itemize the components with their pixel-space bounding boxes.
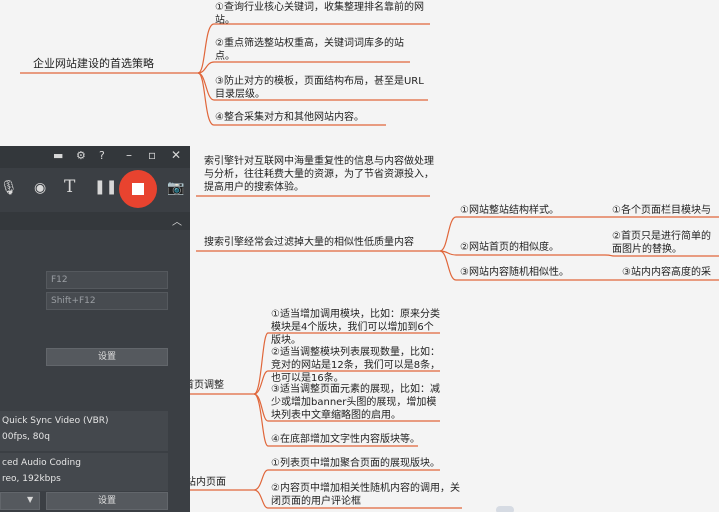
folder-icon[interactable]: ▬	[53, 149, 63, 162]
stop-icon	[132, 183, 144, 195]
codec-settings-button[interactable]: 设置	[46, 492, 168, 510]
inner-item-1[interactable]: ①列表页中增加聚合页面的展现版块。	[271, 457, 440, 470]
strategy-item-1[interactable]: ①查询行业核心关键词，收集整理排名靠前的网站。	[215, 1, 427, 27]
settings-gear-icon[interactable]: ⚙	[76, 149, 86, 162]
filter-item-3[interactable]: ③网站内容随机相似性。	[460, 266, 569, 279]
recorder-toolbar: 🎙 ◉ T ❚❚ 📷	[0, 168, 190, 210]
hotkey-field-pause[interactable]: Shift+F12	[46, 292, 168, 310]
pause-icon[interactable]: ❚❚	[94, 179, 117, 195]
homepage-item-3[interactable]: ③适当调整页面元素的展现，比如：减少或增加banner头图的展现，增加模块列表中…	[271, 383, 443, 422]
camera-icon[interactable]: 📷	[167, 180, 184, 196]
close-icon[interactable]: ✕	[171, 148, 181, 162]
filter-detail-1[interactable]: ①各个页面栏目模块与	[612, 204, 711, 217]
inner-item-2[interactable]: ②内容页中增加相关性随机内容的调用，关闭页面的用户评论框	[271, 482, 465, 508]
codec-dropdown[interactable]: ▼	[0, 492, 40, 510]
audio-codec-detail: reo, 192kbps	[2, 474, 61, 484]
chevron-down-icon: ▼	[27, 495, 34, 504]
filter-detail-3[interactable]: ③站内内容高度的采	[622, 266, 711, 279]
strategy-item-3[interactable]: ③防止对方的模板，页面结构布局，甚至是URL目录层级。	[215, 75, 427, 101]
restore-icon[interactable]: ▫	[148, 148, 156, 162]
recorder-section-header: ︿	[0, 212, 190, 230]
topic-inner-pages[interactable]: 站内页面	[186, 476, 226, 490]
strategy-item-2[interactable]: ②重点筛选整站权重高，关键词词库多的站点。	[215, 37, 411, 63]
hotkey-settings-button[interactable]: 设置	[46, 348, 168, 366]
filter-item-1[interactable]: ①网站整站结构样式。	[460, 204, 559, 217]
video-codec-detail: 00fps, 80q	[2, 432, 50, 442]
hotkey-field-record[interactable]: F12	[46, 271, 168, 289]
text-icon[interactable]: T	[64, 177, 75, 197]
screen-recorder-panel: ▬ ⚙ ? – ▫ ✕ 🎙 ◉ T ❚❚ 📷 ︿ F12 Shift+F12 设…	[0, 146, 190, 512]
topic-website-strategy[interactable]: 企业网站建设的首选策略	[33, 57, 154, 71]
help-icon[interactable]: ?	[99, 149, 105, 162]
cursor-effect-icon[interactable]: ◉	[34, 180, 46, 196]
homepage-item-4[interactable]: ④在底部增加文字性内容版块等。	[271, 433, 420, 446]
record-stop-button[interactable]	[119, 170, 157, 208]
video-codec-label: Quick Sync Video (VBR)	[2, 416, 109, 426]
homepage-item-1[interactable]: ①适当增加调用模块，比如：原来分类模块是4个版块，我们可以增加到6个版块。	[271, 308, 443, 347]
topic-filter-low-quality[interactable]: 搜索引擎经常会过滤掉大量的相似性低质量内容	[204, 236, 414, 250]
audio-codec-label: ced Audio Coding	[2, 458, 81, 468]
filter-detail-2[interactable]: ②首页只是进行简单的面图片的替换。	[612, 230, 719, 256]
note-search-engine[interactable]: 索引擎针对互联网中海量重复性的信息与内容做处理与分析，往往耗费大量的资源，为了节…	[204, 155, 434, 194]
collapse-icon[interactable]: ︿	[172, 213, 182, 228]
minimize-icon[interactable]: –	[126, 148, 132, 162]
microphone-icon[interactable]: 🎙	[0, 180, 18, 196]
audio-codec-panel[interactable]: ced Audio Coding reo, 192kbps	[0, 453, 168, 491]
recorder-title-bar: ▬ ⚙ ? – ▫ ✕	[0, 146, 190, 168]
homepage-item-2[interactable]: ②适当调整模块列表展现数量，比如：竞对的网站是12条，我们可以是8条，也可以是1…	[271, 346, 443, 385]
video-codec-panel[interactable]: Quick Sync Video (VBR) 00fps, 80q	[0, 411, 168, 451]
topic-homepage-adjust[interactable]: 首页调整	[184, 379, 224, 393]
strategy-item-4[interactable]: ④整合采集对方和其他网站内容。	[215, 111, 364, 124]
filter-item-2[interactable]: ②网站首页的相似度。	[460, 241, 559, 254]
